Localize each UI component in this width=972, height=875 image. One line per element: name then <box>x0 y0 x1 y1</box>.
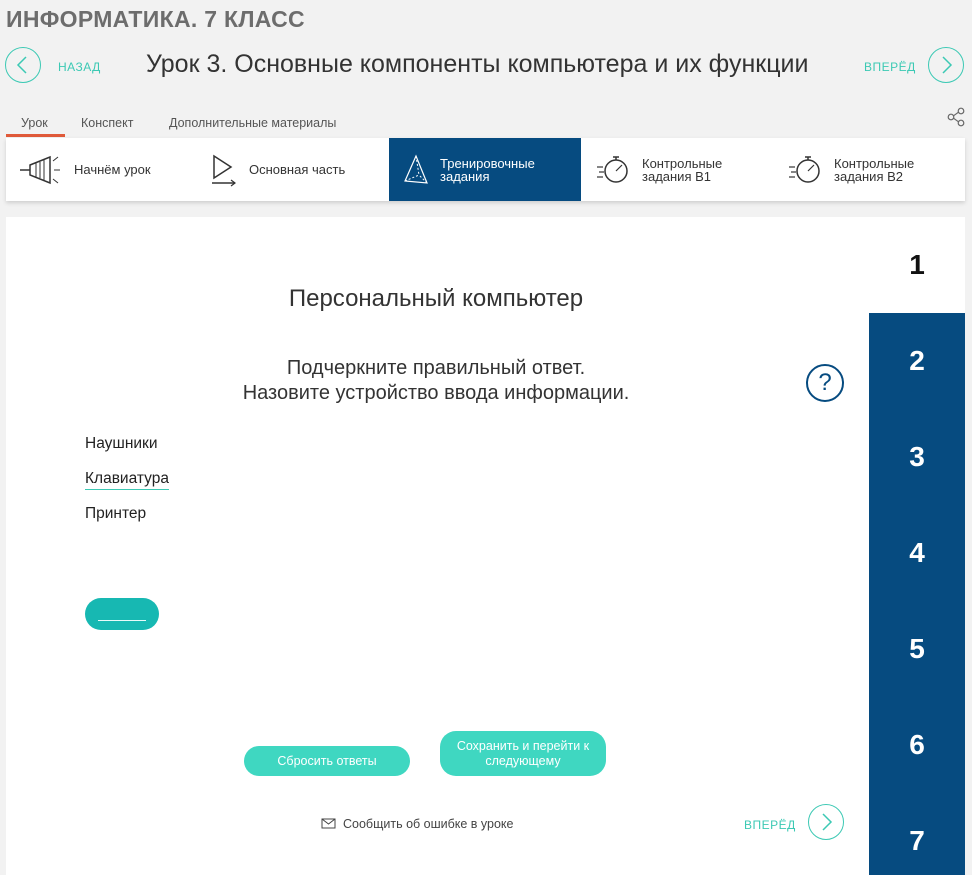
pyramid-icon <box>404 153 428 184</box>
step-main-part[interactable]: Основная часть <box>211 138 386 201</box>
answer-option-selected[interactable]: Клавиатура <box>85 470 169 490</box>
step-label: Контрольные задания В1 <box>642 155 723 184</box>
step-label: Тренировочные задания <box>440 155 535 184</box>
step-start-lesson[interactable]: Начнём урок <box>18 138 198 201</box>
task-instruction-line1: Подчеркните правильный ответ. <box>286 357 586 379</box>
share-icon <box>947 107 965 127</box>
task-number-2[interactable]: 2 <box>869 313 965 409</box>
stopwatch-icon <box>597 155 628 183</box>
underline-icon <box>98 620 146 621</box>
step-control-tasks-b2[interactable]: Контрольные задания В2 <box>788 138 965 201</box>
save-and-next-button[interactable]: Сохранить и перейти к следующему <box>440 731 606 776</box>
stopwatch-icon <box>789 155 820 183</box>
lesson-title: Урок 3. Основные компоненты компьютера и… <box>146 50 809 78</box>
underline-tool-button[interactable] <box>85 598 159 630</box>
forward-link-bottom[interactable]: ВПЕРЁД <box>744 818 796 832</box>
task-card <box>6 217 869 875</box>
play-icon <box>212 154 236 186</box>
forward-arrow-button-bottom[interactable] <box>808 804 844 840</box>
lesson-steps-bar: Начнём урок Основная часть Тренировочные… <box>6 138 965 201</box>
chevron-right-icon <box>942 56 953 74</box>
task-heading: Персональный компьютер <box>288 285 584 312</box>
forward-arrow-button-top[interactable] <box>928 47 964 83</box>
task-number-4[interactable]: 4 <box>869 505 965 601</box>
answer-option[interactable]: Принтер <box>85 505 146 523</box>
back-link[interactable]: НАЗАД <box>58 60 101 74</box>
envelope-icon <box>321 818 336 829</box>
chevron-left-icon <box>16 56 27 74</box>
task-number-7[interactable]: 7 <box>869 793 965 875</box>
answer-option[interactable]: Наушники <box>85 435 157 453</box>
step-label: Основная часть <box>249 162 346 177</box>
active-tab-indicator <box>6 134 65 137</box>
task-number-5[interactable]: 5 <box>869 601 965 697</box>
share-button[interactable] <box>946 107 966 132</box>
tab-additional-materials[interactable]: Дополнительные материалы <box>169 116 336 130</box>
report-error-link[interactable]: Сообщить об ошибке в уроке <box>321 817 514 831</box>
task-number-6[interactable]: 6 <box>869 697 965 793</box>
step-label: Начнём урок <box>74 162 151 177</box>
step-control-tasks-b1[interactable]: Контрольные задания В1 <box>596 138 776 201</box>
back-arrow-button[interactable] <box>5 47 41 83</box>
step-label: Контрольные задания В2 <box>834 155 915 184</box>
task-number-1[interactable]: 1 <box>869 217 965 313</box>
chevron-right-icon <box>822 813 833 831</box>
tab-lesson[interactable]: Урок <box>21 116 48 130</box>
help-button[interactable]: ? <box>806 364 844 402</box>
forward-link-top[interactable]: ВПЕРЁД <box>864 60 916 74</box>
megaphone-icon <box>20 155 60 184</box>
course-title: ИНФОРМАТИКА. 7 КЛАСС <box>6 6 305 32</box>
report-error-label: Сообщить об ошибке в уроке <box>343 817 514 831</box>
reset-answers-button[interactable]: Сбросить ответы <box>244 746 410 776</box>
task-instruction-line2: Назовите устройство ввода информации. <box>242 382 630 404</box>
step-training-tasks[interactable]: Тренировочные задания <box>389 138 581 201</box>
task-number-3[interactable]: 3 <box>869 409 965 505</box>
tab-summary[interactable]: Конспект <box>81 116 133 130</box>
